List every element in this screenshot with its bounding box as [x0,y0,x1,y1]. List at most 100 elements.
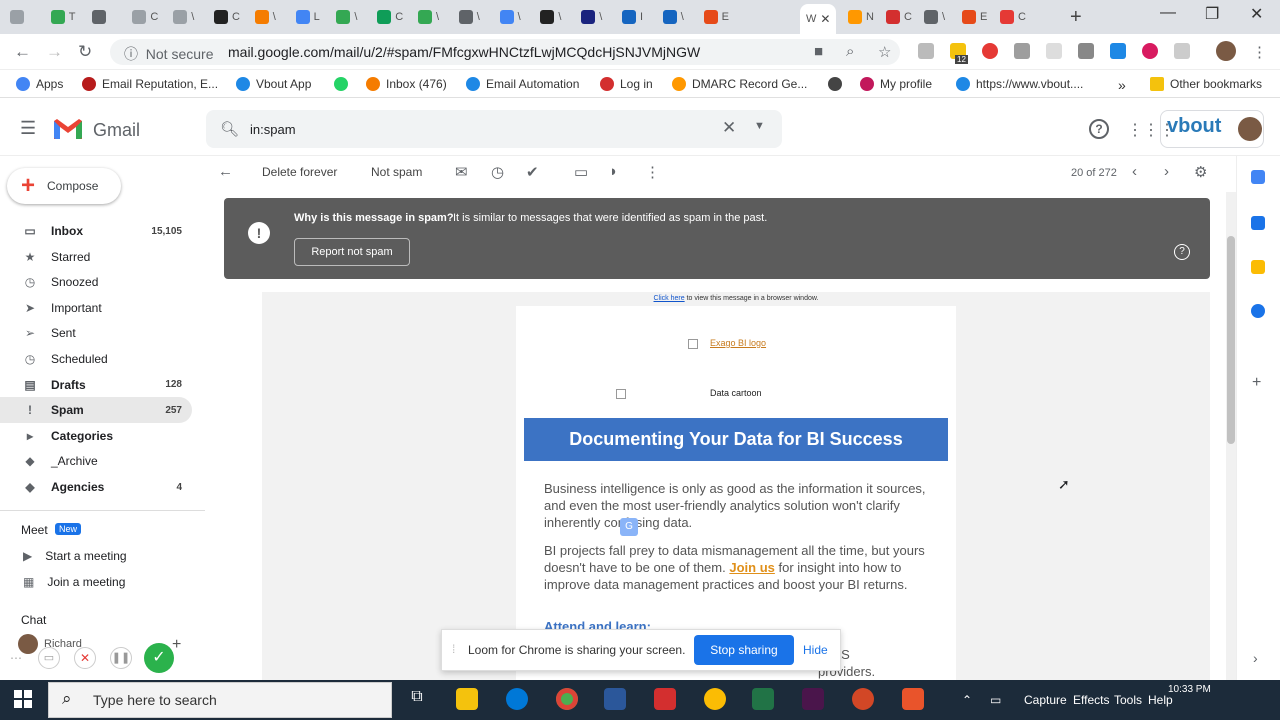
move-to-icon[interactable]: ▭ [574,163,588,181]
browser-tab[interactable]: \ [662,6,684,28]
extension-icon[interactable] [1014,43,1030,59]
sidebar-item-agencies[interactable]: ◆ Agencies 4 [0,474,192,500]
browser-tab[interactable]: C [214,6,240,28]
extension-icon[interactable] [918,43,934,59]
browser-tab[interactable]: E [703,6,729,28]
avatar[interactable] [1238,117,1262,141]
cancel-recording-icon[interactable]: ✕ [74,647,96,669]
word-icon[interactable] [604,688,626,710]
sidebar-item-archive[interactable]: ◆ _Archive [0,448,192,474]
finish-recording-icon[interactable]: ✓ [144,643,174,673]
browser-tab[interactable]: \ [418,6,439,28]
other-bookmarks[interactable]: Other bookmarks [1150,77,1262,91]
sidebar-item-inbox[interactable]: ▭ Inbox 15,105 [0,218,192,244]
report-not-spam-button[interactable]: Report not spam [294,238,410,266]
sidebar-item-sent[interactable]: ➢ Sent [0,320,192,346]
minimize-icon[interactable]: — [1160,4,1176,22]
zoom-icon[interactable]: ⌕ [846,43,854,60]
expand-panel-icon[interactable]: › [1253,650,1258,666]
bookmark-item[interactable]: DMARC Record Ge... [672,77,807,91]
back-icon[interactable]: ← [14,42,31,62]
slack-icon[interactable] [802,688,824,710]
browser-tab[interactable]: \ [458,6,480,28]
bookmark-item[interactable] [828,77,842,91]
join-us-link[interactable]: Join us [729,560,775,575]
browser-tab[interactable]: C [377,6,403,28]
reload-icon[interactable]: ↻ [78,42,92,62]
add-addon-icon[interactable]: + [1252,374,1261,392]
camera-icon[interactable]: ■ [814,43,823,60]
restore-icon[interactable]: ❐ [1205,4,1219,24]
calendar-icon[interactable] [1251,216,1265,230]
browser-tab[interactable]: I [622,6,643,28]
sidebar-item-snoozed[interactable]: ◷ Snoozed [0,269,192,295]
browser-tab[interactable]: N [848,6,874,28]
window-close-icon[interactable]: ✕ [1250,4,1263,24]
drag-handle-icon[interactable]: ⁞ [452,642,455,656]
browser-tab[interactable]: \ [499,6,521,28]
acrobat-icon[interactable] [654,688,676,710]
calendar-icon[interactable] [1251,170,1265,184]
sidebar-item-scheduled[interactable]: ◷ Scheduled [0,346,192,372]
browser-tab[interactable]: \ [336,6,357,28]
extension-icon[interactable] [982,43,998,59]
extension-icon[interactable] [1078,43,1094,59]
browser-tab[interactable]: T [50,6,76,28]
bookmark-item[interactable]: Inbox (476) [366,77,447,91]
scrollbar-thumb[interactable] [1227,236,1235,444]
translate-icon[interactable]: G [620,518,638,536]
tray-monitor-icon[interactable]: ▭ [990,693,1001,707]
browser-tab[interactable] [10,6,28,28]
more-actions-icon[interactable]: ⋮ [645,163,660,181]
snooze-icon[interactable]: ◷ [491,163,504,181]
view-in-browser-link[interactable]: Click here [654,295,685,302]
tasks-icon[interactable] [1251,304,1265,318]
browser-tab[interactable]: \ [254,6,276,28]
browser-tab[interactable]: L [295,6,320,28]
pause-icon[interactable]: ❚❚ [110,647,132,669]
excel-icon[interactable] [752,688,774,710]
bookmarks-more-icon[interactable]: » [1118,77,1126,93]
snagit-icon[interactable] [902,688,924,710]
new-tab-button[interactable]: + [1070,6,1082,29]
url-text[interactable]: mail.google.com/mail/u/2/#spam/FMfcgxwHN… [228,44,700,60]
hide-button[interactable]: Hide [803,643,828,657]
stop-sharing-button[interactable]: Stop sharing [694,635,794,665]
tab-active[interactable]: W ✕ [800,4,837,34]
bookmark-item[interactable]: Email Automation [466,77,579,91]
browser-menu-icon[interactable]: ⋮ [1252,43,1267,61]
mark-unread-icon[interactable]: ✉ [455,163,468,181]
bookmark-item[interactable]: Email Reputation, E... [82,77,218,91]
chrome-icon[interactable] [556,688,578,710]
main-menu-icon[interactable]: ☰ [20,118,36,139]
tray-capture[interactable]: Capture [1024,693,1067,707]
sidebar-item-drafts[interactable]: ▤ Drafts 128 [0,372,192,398]
newer-icon[interactable]: ‹ [1132,163,1137,180]
help-icon[interactable]: ? [1089,119,1109,139]
add-task-icon[interactable]: ✔ [526,163,539,181]
bookmark-item[interactable]: https://www.vbout.... [956,77,1083,91]
sidebar-item-spam[interactable]: ! Spam 257 [0,397,192,424]
label-icon[interactable]: ◗ [609,163,618,180]
extension-icon[interactable] [1110,43,1126,59]
join-meeting-link[interactable]: ▦ Join a meeting [23,575,125,589]
browser-tab[interactable]: E [962,6,987,28]
bookmark-item[interactable]: Vbout App [236,77,311,91]
forward-icon[interactable]: → [46,42,63,62]
task-view-icon[interactable]: ⧉ [406,688,428,710]
delete-forever-button[interactable]: Delete forever [262,165,337,179]
bookmark-star-icon[interactable]: ☆ [878,43,891,61]
powerpoint-icon[interactable] [852,688,874,710]
sidebar-item-categories[interactable]: ▸ Categories [0,423,192,449]
tray-help[interactable]: Help [1148,693,1173,707]
bookmark-item[interactable]: My profile [860,77,932,91]
exago-logo-image[interactable]: Exago BI logo [688,338,766,349]
browser-tab[interactable]: C [886,6,912,28]
clear-search-icon[interactable]: ✕ [722,118,736,138]
extension-icon[interactable] [1046,43,1062,59]
browser-tab[interactable]: \ [173,6,194,28]
chrome-canary-icon[interactable] [704,688,726,710]
help-icon[interactable]: ? [1174,244,1190,260]
sidebar-item-important[interactable]: ➤ Important [0,295,192,321]
bookmark-item[interactable] [334,77,348,91]
